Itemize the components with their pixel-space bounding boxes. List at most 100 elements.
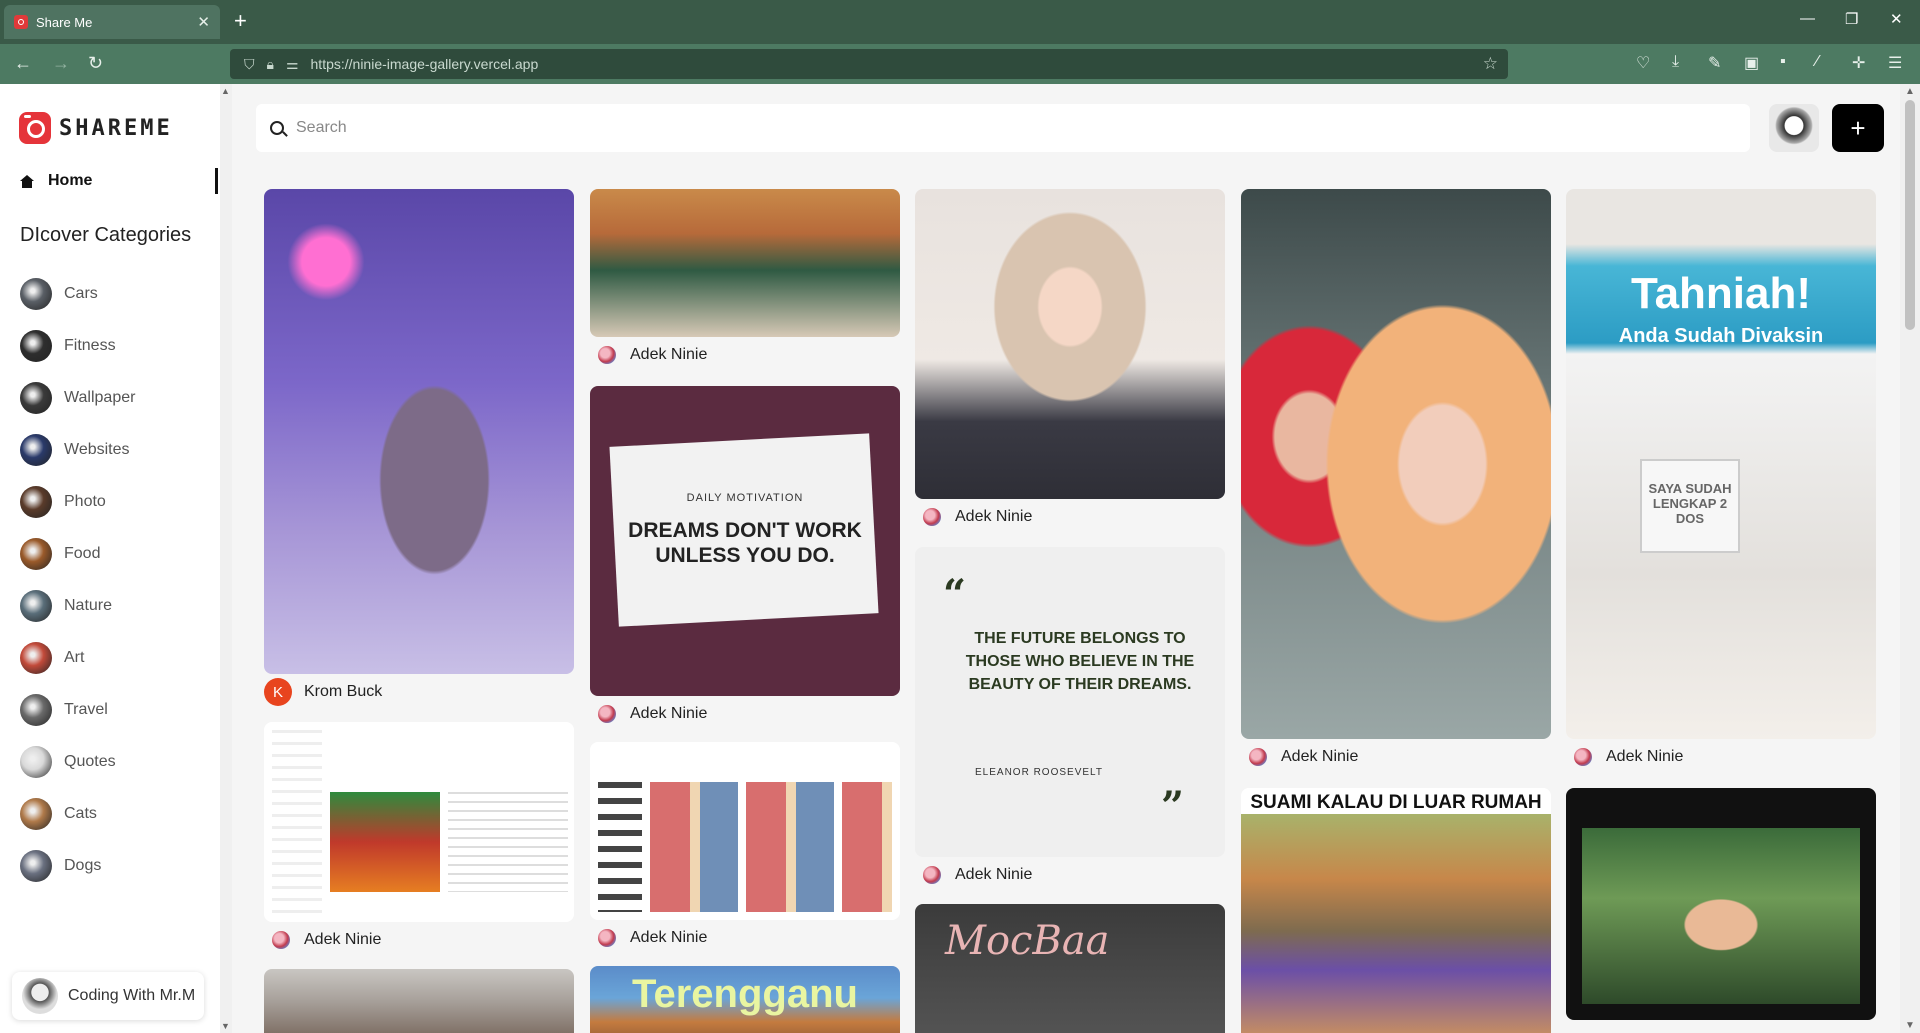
sidebar-item-cats[interactable]: Cats <box>20 788 210 840</box>
pin-author[interactable]: Adek Ninie <box>1241 739 1551 775</box>
pin-image[interactable]: DAILY MOTIVATION DREAMS DON'T WORK UNLES… <box>590 386 900 696</box>
pin-image[interactable]: MocBaa <box>915 904 1225 1033</box>
pin-author[interactable]: Adek Ninie <box>590 696 900 732</box>
pin-author[interactable]: Adek Ninie <box>1566 739 1876 775</box>
pin-card[interactable]: Terengganu <box>590 966 900 1033</box>
back-icon[interactable]: ← <box>14 52 32 74</box>
browser-tab[interactable]: Share Me ✕ <box>4 5 220 39</box>
pin-card[interactable]: Adek Ninie <box>590 189 900 373</box>
pin-card[interactable]: Adek Ninie <box>264 722 574 958</box>
new-tab-icon[interactable]: + <box>234 9 247 33</box>
search-input[interactable] <box>296 119 1696 137</box>
pin-image[interactable] <box>264 189 574 674</box>
pin-image[interactable]: Terengganu <box>590 966 900 1033</box>
sidebar-item-home[interactable]: Home <box>20 168 218 194</box>
download-icon[interactable]: ⤓ <box>1672 53 1679 71</box>
pin-card[interactable]: “ THE FUTURE BELONGS TO THOSE WHO BELIEV… <box>915 547 1225 893</box>
category-avatar <box>20 278 52 310</box>
url-text[interactable]: https://ninie-image-gallery.vercel.app <box>311 56 1483 72</box>
search-bar[interactable] <box>256 104 1750 152</box>
sidebar-scrollbar[interactable]: ▲ ▼ <box>220 84 232 1033</box>
sidebar-item-websites[interactable]: Websites <box>20 424 210 476</box>
pin-author[interactable]: Adek Ninie <box>590 920 900 956</box>
close-icon[interactable]: ✕ <box>197 13 210 31</box>
pin-card[interactable]: Adek Ninie <box>915 189 1225 535</box>
pin-author[interactable]: Adek Ninie <box>590 337 900 373</box>
scroll-down-icon[interactable]: ▼ <box>221 1021 230 1031</box>
profile-link[interactable]: Coding With Mr.M <box>12 972 204 1020</box>
pocket-icon[interactable]: ♡ <box>1636 53 1650 73</box>
sidebar-item-travel[interactable]: Travel <box>20 684 210 736</box>
pin-image[interactable]: SUAMI KALAU DI LUAR RUMAH <box>1241 788 1551 1033</box>
permissions-icon[interactable]: ⚌ <box>286 56 299 73</box>
pin-image[interactable] <box>1566 788 1876 1020</box>
extension-icon-2[interactable]: ▪ <box>1780 53 1786 71</box>
pin-image[interactable]: Tahniah! Anda Sudah Divaksin SAYA SUDAH … <box>1566 189 1876 739</box>
shield-icon[interactable]: ⛉ <box>244 56 255 73</box>
pin-card[interactable] <box>1566 788 1876 1020</box>
sidebar-item-food[interactable]: Food <box>20 528 210 580</box>
sidebar-item-art[interactable]: Art <box>20 632 210 684</box>
pin-image[interactable] <box>915 189 1225 499</box>
pin-image[interactable] <box>590 189 900 337</box>
create-pin-button[interactable]: + <box>1832 104 1884 152</box>
pin-card[interactable]: K Krom Buck <box>264 189 574 710</box>
pin-author[interactable]: Adek Ninie <box>264 922 574 958</box>
search-icon <box>270 121 284 135</box>
reload-icon[interactable]: ↻ <box>88 52 103 74</box>
extension-icon[interactable]: ▣ <box>1744 53 1759 73</box>
pin-image[interactable] <box>264 969 574 1033</box>
wrench-icon[interactable]: ✎ <box>1708 53 1721 73</box>
sidebar-item-cars[interactable]: Cars <box>20 268 210 320</box>
eyedropper-icon[interactable]: ⁄ <box>1816 53 1819 71</box>
bookmark-star-icon[interactable]: ☆ <box>1483 54 1498 74</box>
author-name: Adek Ninie <box>955 508 1033 525</box>
sidebar-item-dogs[interactable]: Dogs <box>20 840 210 892</box>
pin-author[interactable]: K Krom Buck <box>264 674 574 710</box>
pin-card[interactable] <box>264 969 574 1033</box>
logo[interactable]: SHAREME <box>19 112 173 144</box>
pin-author[interactable]: Adek Ninie <box>915 857 1225 893</box>
pin-card[interactable]: Adek Ninie <box>1241 189 1551 775</box>
category-avatar <box>20 382 52 414</box>
sidebar-item-fitness[interactable]: Fitness <box>20 320 210 372</box>
category-avatar <box>20 538 52 570</box>
main-scrollbar[interactable]: ▲ ▼ <box>1900 84 1920 1033</box>
lock-icon[interactable]: 🔒︎ <box>267 56 274 73</box>
forward-icon[interactable]: → <box>52 52 70 74</box>
category-avatar <box>20 746 52 778</box>
pin-image[interactable] <box>1241 189 1551 739</box>
sidebar-item-wallpaper[interactable]: Wallpaper <box>20 372 210 424</box>
tab-title: Share Me <box>36 14 93 30</box>
crosshair-icon[interactable]: ✛ <box>1852 53 1865 73</box>
pin-image[interactable] <box>264 722 574 922</box>
menu-icon[interactable]: ☰ <box>1888 53 1902 73</box>
pin-card[interactable]: SUAMI KALAU DI LUAR RUMAH <box>1241 788 1551 1033</box>
author-name: Adek Ninie <box>304 931 382 948</box>
pin-author[interactable]: Adek Ninie <box>915 499 1225 535</box>
quote-author: ELEANOR ROOSEVELT <box>975 767 1103 778</box>
minimize-icon[interactable]: — <box>1800 10 1815 27</box>
user-avatar[interactable] <box>1769 104 1819 152</box>
pin-card[interactable]: MocBaa <box>915 904 1225 1033</box>
scroll-up-icon[interactable]: ▲ <box>1905 86 1915 97</box>
profile-name: Coding With Mr.M <box>68 987 196 1004</box>
sidebar-item-photo[interactable]: Photo <box>20 476 210 528</box>
pin-card[interactable]: DAILY MOTIVATION DREAMS DON'T WORK UNLES… <box>590 386 900 732</box>
pin-image[interactable]: “ THE FUTURE BELONGS TO THOSE WHO BELIEV… <box>915 547 1225 857</box>
scroll-thumb[interactable] <box>1905 100 1915 330</box>
quote-text: THE FUTURE BELONGS TO THOSE WHO BELIEVE … <box>965 630 1195 693</box>
pin-card[interactable]: Tahniah! Anda Sudah Divaksin SAYA SUDAH … <box>1566 189 1876 775</box>
scroll-down-icon[interactable]: ▼ <box>1905 1020 1915 1031</box>
restore-icon[interactable]: ❐ <box>1845 10 1858 28</box>
pin-card[interactable]: Adek Ninie <box>590 742 900 956</box>
browser-tabbar: Share Me ✕ + — ❐ ✕ <box>0 0 1920 44</box>
scroll-up-icon[interactable]: ▲ <box>221 86 230 96</box>
url-bar[interactable]: ⛉ 🔒︎ ⚌ https://ninie-image-gallery.verce… <box>230 49 1508 79</box>
window-close-icon[interactable]: ✕ <box>1890 10 1903 28</box>
sidebar-item-nature[interactable]: Nature <box>20 580 210 632</box>
sidebar-item-quotes[interactable]: Quotes <box>20 736 210 788</box>
meme-heading: SUAMI KALAU DI LUAR RUMAH <box>1241 788 1551 814</box>
poster-subtitle: Anda Sudah Divaksin <box>1618 325 1824 347</box>
pin-image[interactable] <box>590 742 900 920</box>
